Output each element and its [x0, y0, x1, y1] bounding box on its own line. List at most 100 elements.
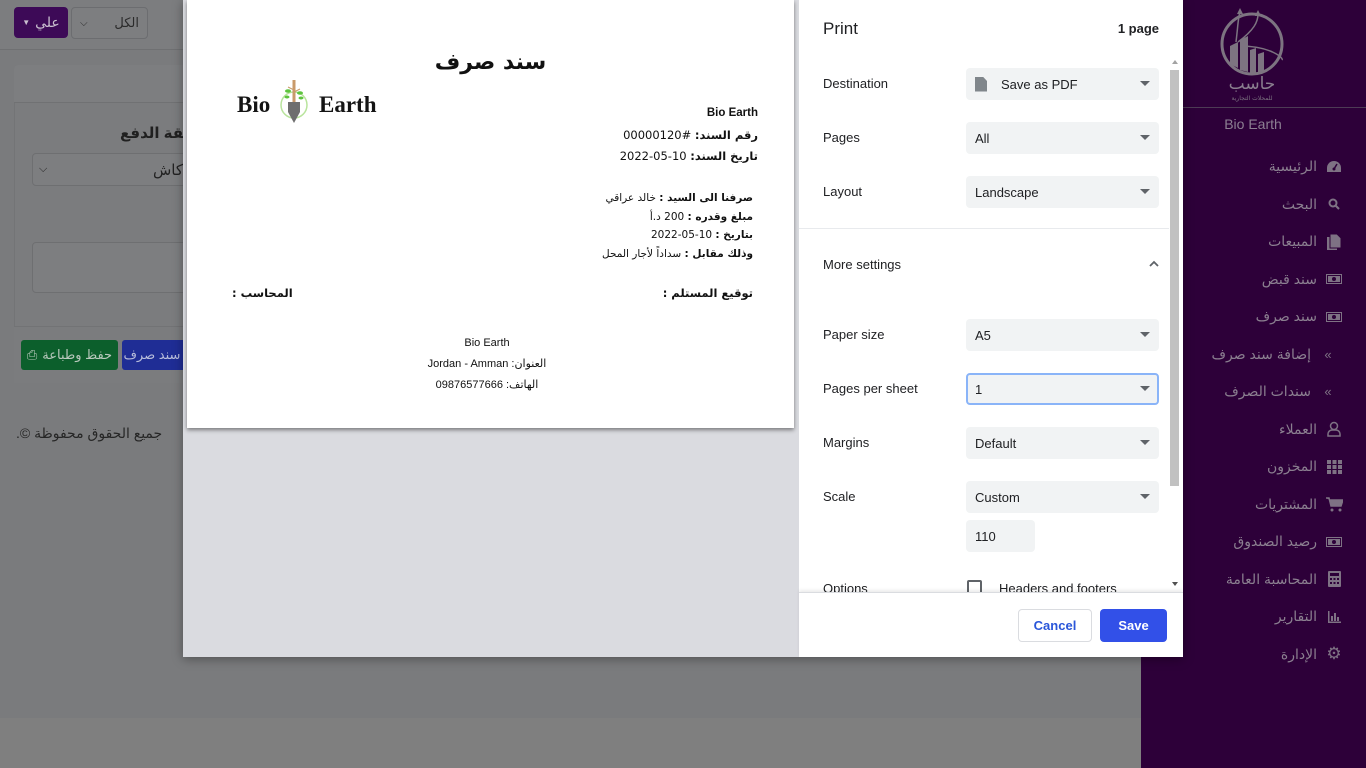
sidebar-item-cash-balance[interactable]: رصيد الصندوق: [1183, 523, 1343, 561]
settings-scrollbar[interactable]: [1169, 56, 1181, 592]
sidebar-item-payment-voucher[interactable]: سند صرف: [1183, 298, 1343, 336]
dropdown-arrow-icon: [1140, 440, 1150, 445]
sidebar-item-general-accounting[interactable]: المحاسبة العامة: [1183, 561, 1343, 599]
sidebar-item-receipt-voucher[interactable]: سند قبض: [1183, 261, 1343, 299]
scale-row: Scale Custom: [799, 481, 1169, 515]
payment-method-value: كاش: [152, 161, 183, 179]
pages-label: Pages: [823, 130, 860, 145]
user-name: علي: [35, 14, 60, 30]
logo-word-earth: Earth: [319, 92, 377, 117]
settings-scroll-area: Destination Save as PDF Pages All Layout…: [799, 56, 1183, 592]
voucher-header-info: Bio Earth رقم السند: #00000120 تاريخ الس…: [620, 103, 758, 168]
save-print-button[interactable]: حفظ وطباعة ⎙: [21, 340, 118, 370]
destination-label: Destination: [823, 76, 889, 91]
layout-row: Layout Landscape: [799, 176, 1169, 210]
accountant-label: المحاسب :: [232, 286, 293, 300]
dropdown-arrow-icon: [1140, 135, 1150, 140]
margins-select[interactable]: Default: [966, 427, 1159, 459]
user-menu-button[interactable]: علي ▼: [14, 7, 68, 38]
print-preview-page: سند صرف Bio Earth Bio Earth رقم السند: #…: [187, 0, 794, 428]
amount-line: مبلغ وقدره : 200 د.أ: [649, 210, 753, 223]
file-icon: [1325, 233, 1343, 251]
voucher-number-line: رقم السند: #00000120: [623, 127, 758, 142]
calculator-icon: [1325, 570, 1343, 588]
print-title: Print: [823, 19, 858, 38]
filter-select-value: الكل: [114, 15, 139, 30]
pages-per-sheet-select[interactable]: 1: [966, 373, 1159, 405]
sidebar-item-reports[interactable]: التقارير: [1183, 598, 1343, 636]
dropdown-arrow-icon: [1140, 494, 1150, 499]
sidebar-item-inventory[interactable]: المخزون: [1183, 448, 1343, 486]
user-icon: [1325, 420, 1343, 438]
pages-row: Pages All: [799, 122, 1169, 156]
dashboard-icon: [1325, 158, 1343, 176]
sidebar-item-sales[interactable]: المبيعات: [1183, 223, 1343, 261]
sidebar-item-search[interactable]: البحث: [1183, 186, 1343, 224]
scale-label: Scale: [823, 489, 856, 504]
scale-select[interactable]: Custom: [966, 481, 1159, 513]
shovel-icon: [280, 80, 308, 123]
options-label: Options: [823, 581, 868, 592]
add-new-voucher-button[interactable]: + سند صرف جديد: [122, 340, 192, 370]
sidebar-item-add-payment-voucher[interactable]: إضافة سند صرف «: [1183, 336, 1343, 374]
sidebar-item-customers[interactable]: العملاء: [1183, 411, 1343, 449]
sidebar-item-home[interactable]: الرئيسية: [1183, 148, 1343, 186]
filter-select[interactable]: ⌵ الكل: [71, 7, 148, 39]
logo-text: حاسب: [1229, 74, 1276, 94]
caret-down-icon: ▼: [22, 18, 31, 27]
destination-row: Destination Save as PDF: [799, 68, 1169, 102]
save-button[interactable]: Save: [1100, 609, 1167, 642]
paper-size-row: Paper size A5: [799, 319, 1169, 353]
paper-size-label: Paper size: [823, 327, 885, 342]
logo-word-bio: Bio: [237, 92, 271, 117]
document-footer: Bio Earth العنوان: Jordan - Amman الهاتف…: [187, 333, 787, 396]
headers-footers-label[interactable]: Headers and footers: [999, 581, 1117, 592]
money-icon: [1325, 270, 1343, 288]
dropdown-arrow-icon: [1140, 332, 1150, 337]
sidebar-item-administration[interactable]: الإدارة ⚙: [1183, 636, 1343, 674]
logo-subtitle: للمحلات التجارية: [1231, 95, 1272, 102]
margins-label: Margins: [823, 435, 870, 450]
layout-label: Layout: [823, 184, 863, 199]
paid-to-line: صرفنا الى السيد : خالد عراقي: [605, 192, 753, 204]
sidebar-item-purchases[interactable]: المشتريات: [1183, 486, 1343, 524]
scroll-up-arrow-icon[interactable]: [1172, 60, 1178, 64]
date-line: بتاريخ : 10-05-2022: [650, 229, 753, 241]
sidebar-divider: [1183, 107, 1366, 108]
notes-textarea[interactable]: [32, 242, 192, 293]
more-settings-toggle[interactable]: More settings: [823, 257, 1161, 272]
footer-phone: الهاتف: 09876577666: [435, 379, 539, 391]
pdf-file-icon: [975, 76, 987, 92]
double-angle-left-icon: «: [1324, 346, 1332, 362]
destination-select[interactable]: Save as PDF: [966, 68, 1159, 100]
cancel-button[interactable]: Cancel: [1018, 609, 1092, 642]
copyright-text: جميع الحقوق محفوظة ©.: [16, 425, 163, 441]
double-angle-left-icon: «: [1324, 384, 1332, 400]
voucher-details: صرفنا الى السيد : خالد عراقي مبلغ وقدره …: [602, 189, 753, 263]
pages-per-sheet-row: Pages per sheet 1: [799, 373, 1169, 407]
pages-per-sheet-label: Pages per sheet: [823, 381, 918, 396]
scale-percent-input[interactable]: 110: [966, 520, 1035, 552]
money-icon: [1325, 533, 1343, 551]
layout-select[interactable]: Landscape: [966, 176, 1159, 208]
payment-method-select[interactable]: ⌵ كاش: [32, 153, 192, 186]
scroll-down-arrow-icon[interactable]: [1172, 582, 1178, 586]
headers-footers-checkbox[interactable]: [967, 580, 982, 592]
margins-row: Margins Default: [799, 427, 1169, 461]
print-preview-area: سند صرف Bio Earth Bio Earth رقم السند: #…: [183, 0, 799, 657]
pages-select[interactable]: All: [966, 122, 1159, 154]
print-dialog: سند صرف Bio Earth Bio Earth رقم السند: #…: [183, 0, 1183, 657]
money-icon: [1325, 308, 1343, 326]
print-settings-panel: Print 1 page Destination Save as PDF Pag…: [799, 0, 1183, 657]
search-icon: [1325, 195, 1343, 213]
scrollbar-thumb[interactable]: [1170, 70, 1179, 486]
dropdown-arrow-icon: [1140, 81, 1150, 86]
print-icon: ⎙: [26, 347, 38, 362]
background-footer-strip: [0, 718, 1141, 768]
footer-company: Bio Earth: [464, 337, 510, 349]
dropdown-arrow-icon: [1140, 386, 1150, 391]
paper-size-select[interactable]: A5: [966, 319, 1159, 351]
purpose-line: وذلك مقابل : سداداً لأجار المحل: [602, 247, 753, 260]
chevron-up-icon: [1149, 260, 1159, 267]
sidebar-item-payment-vouchers[interactable]: سندات الصرف «: [1183, 373, 1343, 411]
